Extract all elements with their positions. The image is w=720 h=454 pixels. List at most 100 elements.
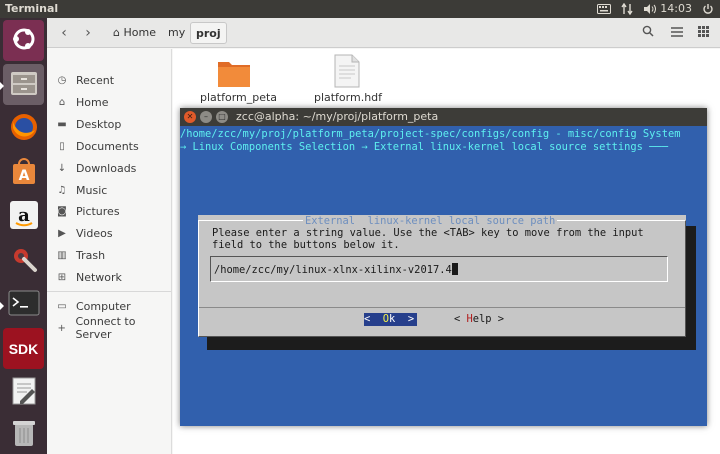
ok-button-bracket: < xyxy=(364,313,383,325)
amazon-icon: a xyxy=(9,200,39,234)
sidebar-item-trash[interactable]: ▥ Trash xyxy=(55,246,105,264)
sidebar-item-label: Connect to Server xyxy=(75,315,136,341)
sidebar-divider xyxy=(47,291,171,292)
maximize-icon: □ xyxy=(218,112,226,121)
svg-text:A: A xyxy=(18,168,29,184)
launcher-text-editor[interactable] xyxy=(3,372,44,413)
camera-icon: ◙ xyxy=(57,205,67,217)
text-editor-icon xyxy=(10,376,38,410)
launcher-settings[interactable] xyxy=(3,240,44,281)
sidebar-item-label: Home xyxy=(76,95,109,109)
sidebar-item-downloads[interactable]: ↓ Downloads xyxy=(55,159,137,177)
ok-button-rest: k > xyxy=(389,313,415,325)
terminal-title: zcc@alpha: ~/my/proj/platform_peta xyxy=(236,110,439,123)
list-icon xyxy=(671,26,683,40)
sidebar-item-label: Pictures xyxy=(76,204,120,218)
clock-icon: ◷ xyxy=(57,74,67,86)
breadcrumb-home[interactable]: ⌂ Home xyxy=(108,22,161,44)
launcher-terminal[interactable] xyxy=(0,284,44,325)
sidebar-item-computer[interactable]: ▭ Computer xyxy=(55,297,131,315)
launcher-amazon[interactable]: a xyxy=(3,196,44,237)
keyboard-icon[interactable] xyxy=(596,1,612,17)
sidebar-item-music[interactable]: ♫ Music xyxy=(55,181,108,199)
launcher-sdk[interactable]: SDK xyxy=(3,328,44,369)
launcher-trash[interactable] xyxy=(3,414,44,454)
help-button[interactable]: < Help > xyxy=(454,313,504,326)
sidebar-item-label: Recent xyxy=(76,73,115,87)
volume-icon[interactable] xyxy=(641,1,659,17)
file-item-label: platform.hdf xyxy=(313,91,383,104)
sidebar-item-pictures[interactable]: ◙ Pictures xyxy=(55,202,120,220)
ubuntu-logo-icon xyxy=(10,25,38,57)
dialog-title: External linux-kernel local source path xyxy=(303,215,558,227)
sidebar-item-label: Desktop xyxy=(76,117,122,131)
wrench-gear-icon xyxy=(9,244,39,278)
breadcrumb-label: my xyxy=(168,26,186,39)
sidebar-item-home[interactable]: ⌂ Home xyxy=(55,93,109,111)
breadcrumb-proj[interactable]: proj xyxy=(190,22,227,44)
help-button-bracket: < xyxy=(454,313,467,325)
sidebar-item-label: Documents xyxy=(76,139,139,153)
breadcrumb-label: proj xyxy=(196,27,221,40)
computer-icon: ▭ xyxy=(57,300,67,312)
sidebar-item-label: Videos xyxy=(76,226,113,240)
maximize-button[interactable]: □ xyxy=(216,111,228,123)
sidebar-item-label: Trash xyxy=(76,248,106,262)
places-sidebar: ◷ Recent ⌂ Home ▬ Desktop ▯ Documents ↓ Downl… xyxy=(47,49,172,454)
search-button[interactable] xyxy=(637,23,659,43)
breadcrumb-my[interactable]: my xyxy=(163,22,190,44)
sidebar-item-label: Computer xyxy=(76,299,131,313)
video-icon: ▶ xyxy=(58,227,66,239)
sidebar-item-recent[interactable]: ◷ Recent xyxy=(55,71,114,89)
path-input-value[interactable]: /home/zcc/my/linux-xlnx-xilinx-v2017.4 xyxy=(214,263,458,276)
launcher-firefox[interactable] xyxy=(3,108,44,149)
trash-icon xyxy=(11,418,37,452)
dialog-instructions-line2: field to the buttons below it. xyxy=(212,239,400,251)
terminal-icon xyxy=(8,290,40,320)
file-cabinet-icon xyxy=(9,69,39,101)
launcher-ubuntu-dash[interactable] xyxy=(3,20,44,61)
sidebar-item-desktop[interactable]: ▬ Desktop xyxy=(55,115,121,133)
home-icon: ⌂ xyxy=(58,96,66,108)
minimize-button[interactable]: – xyxy=(200,111,212,123)
chevron-right-icon: › xyxy=(85,25,91,41)
close-icon: ✕ xyxy=(186,112,194,121)
sidebar-item-connect-to-server[interactable]: + Connect to Server xyxy=(55,315,171,341)
power-icon[interactable] xyxy=(700,1,716,17)
dialog-instructions-line1: Please enter a string value. Use the <TA… xyxy=(212,227,644,239)
sidebar-item-documents[interactable]: ▯ Documents xyxy=(55,137,139,155)
help-button-rest: elp > xyxy=(472,313,505,325)
forward-button[interactable]: › xyxy=(77,23,99,43)
active-app-title: Terminal xyxy=(5,2,59,15)
close-button[interactable]: ✕ xyxy=(184,111,196,123)
server-icon: + xyxy=(57,322,66,334)
firefox-icon xyxy=(9,112,39,146)
download-icon: ↓ xyxy=(57,162,67,174)
terminal-titlebar[interactable]: ✕ – □ zcc@alpha: ~/my/proj/platform_peta xyxy=(180,108,707,126)
folder-icon xyxy=(217,58,251,92)
network-arrows-icon[interactable] xyxy=(619,1,635,17)
view-list-button[interactable] xyxy=(666,23,688,43)
clock[interactable]: 14:03 xyxy=(660,2,692,15)
path-input-text: /home/zcc/my/linux-xlnx-xilinx-v2017.4 xyxy=(214,264,452,276)
svg-text:a: a xyxy=(18,205,30,226)
file-item-label: platform_peta xyxy=(200,91,278,104)
search-icon xyxy=(642,25,654,40)
launcher-software-center[interactable]: A xyxy=(3,152,44,193)
sidebar-item-videos[interactable]: ▶ Videos xyxy=(55,224,113,242)
sdk-icon: SDK xyxy=(8,340,39,357)
desktop: Terminal 14:03 A a SDK ‹ › ⌂ Home my pro… xyxy=(0,0,720,454)
string-input-dialog: External linux-kernel local source path … xyxy=(198,215,686,337)
minimize-icon: – xyxy=(204,112,208,121)
sidebar-item-network[interactable]: ⊞ Network xyxy=(55,268,122,286)
ok-button[interactable]: < Ok > xyxy=(364,313,417,326)
home-icon: ⌂ xyxy=(113,26,120,39)
dialog-title-text: External linux-kernel local source path xyxy=(305,215,556,227)
view-grid-button[interactable] xyxy=(692,23,714,43)
grid-icon xyxy=(697,26,709,40)
launcher: A a SDK xyxy=(0,18,47,454)
path-input-field[interactable]: /home/zcc/my/linux-xlnx-xilinx-v2017.4 xyxy=(210,256,668,282)
back-button[interactable]: ‹ xyxy=(53,23,75,43)
sidebar-item-label: Network xyxy=(76,270,122,284)
launcher-files[interactable] xyxy=(0,64,44,105)
